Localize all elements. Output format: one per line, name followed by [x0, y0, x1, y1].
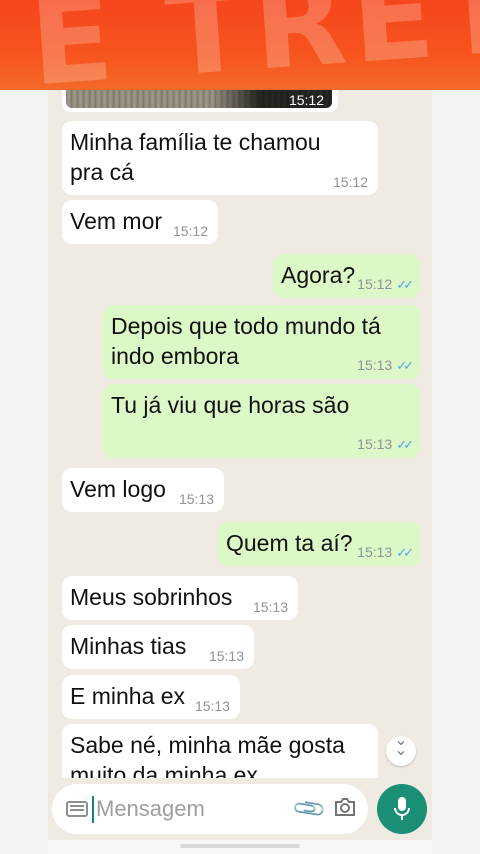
message-bubble-incoming[interactable]: Minha família te chamou pra cá 15:12 [62, 121, 378, 195]
read-receipt-icon: ✓✓ [396, 437, 414, 452]
message-text: pra cá [70, 159, 134, 185]
message-meta: 15:12 ✓✓ [357, 276, 414, 293]
read-receipt-icon: ✓✓ [396, 358, 414, 373]
message-text: Sabe né, minha mãe gosta [70, 732, 345, 758]
message-bubble-outgoing[interactable]: Tu já viu que horas são 15:13 ✓✓ [103, 384, 420, 458]
home-indicator[interactable] [180, 844, 300, 848]
message-text: Minha família te chamou [70, 129, 321, 155]
message-text: indo embora [111, 343, 239, 369]
image-message[interactable]: 15:12 [62, 90, 338, 112]
message-time: 15:12 [172, 223, 208, 239]
message-time: 15:13 [252, 599, 288, 615]
message-bubble-outgoing[interactable]: Agora? 15:12 ✓✓ [273, 254, 420, 298]
navigation-bar [48, 840, 432, 854]
message-time: 15:12 [332, 174, 368, 190]
paperclip-icon[interactable]: 📎 [291, 790, 329, 828]
microphone-icon [394, 797, 410, 820]
message-text: Depois que todo mundo tá [111, 313, 381, 339]
message-text: Vem mor [70, 208, 163, 234]
composer-bar: Mensagem 📎 [48, 778, 432, 840]
message-time: 15:13 [194, 698, 230, 714]
message-meta: 15:13 ✓✓ [357, 544, 414, 561]
message-meta: 15:13 ✓✓ [357, 357, 414, 374]
message-bubble-incoming[interactable]: Vem logo 15:13 [62, 468, 224, 512]
message-bubble-incoming[interactable]: Vem mor 15:12 [62, 200, 218, 244]
message-time: 15:13 [357, 544, 393, 560]
double-chevron-down-icon: ⌄ ⌄ [394, 732, 408, 759]
message-bubble-incoming[interactable]: Sabe né, minha mãe gosta muito da minha … [62, 724, 378, 778]
right-margin [432, 90, 480, 854]
left-margin [0, 90, 48, 854]
message-time: 15:13 [208, 648, 244, 664]
voice-record-button[interactable] [377, 784, 427, 834]
message-bubble-outgoing[interactable]: Depois que todo mundo tá indo embora 15:… [103, 305, 420, 379]
message-time: 15:12 [288, 92, 324, 108]
message-bubble-outgoing[interactable]: Quem ta aí? 15:13 ✓✓ [218, 522, 420, 566]
scroll-to-bottom-button[interactable]: ⌄ ⌄ [386, 732, 416, 766]
message-text: muito da minha ex [70, 762, 258, 778]
read-receipt-icon: ✓✓ [396, 277, 414, 292]
message-time: 15:13 [357, 436, 393, 452]
message-time: 15:13 [357, 357, 393, 373]
banner-watermark-text: É TRETA [25, 0, 480, 90]
message-text: Meus sobrinhos [70, 584, 233, 610]
message-text: Vem logo [70, 476, 166, 502]
message-meta: 15:13 ✓✓ [357, 436, 414, 453]
message-placeholder[interactable]: Mensagem [96, 796, 205, 822]
message-time: 15:13 [178, 491, 214, 507]
message-bubble-incoming[interactable]: Meus sobrinhos 15:13 [62, 576, 298, 620]
read-receipt-icon: ✓✓ [396, 545, 414, 560]
chat-area[interactable]: 15:12 Minha família te chamou pra cá 15:… [48, 90, 432, 778]
message-text: E minha ex [70, 683, 186, 709]
message-bubble-incoming[interactable]: Minhas tias 15:13 [62, 625, 254, 669]
message-bubble-incoming[interactable]: E minha ex 15:13 [62, 675, 240, 719]
message-input[interactable]: Mensagem 📎 [52, 784, 368, 834]
message-text: Agora? [281, 262, 356, 288]
text-cursor [92, 796, 94, 823]
keyboard-icon[interactable] [66, 801, 88, 817]
camera-icon[interactable] [334, 798, 356, 816]
message-time: 15:12 [357, 276, 393, 292]
message-text: Quem ta aí? [226, 530, 353, 556]
message-text: Minhas tias [70, 633, 187, 659]
video-banner: É TRETA [0, 0, 480, 90]
message-text: Tu já viu que horas são [111, 392, 350, 418]
